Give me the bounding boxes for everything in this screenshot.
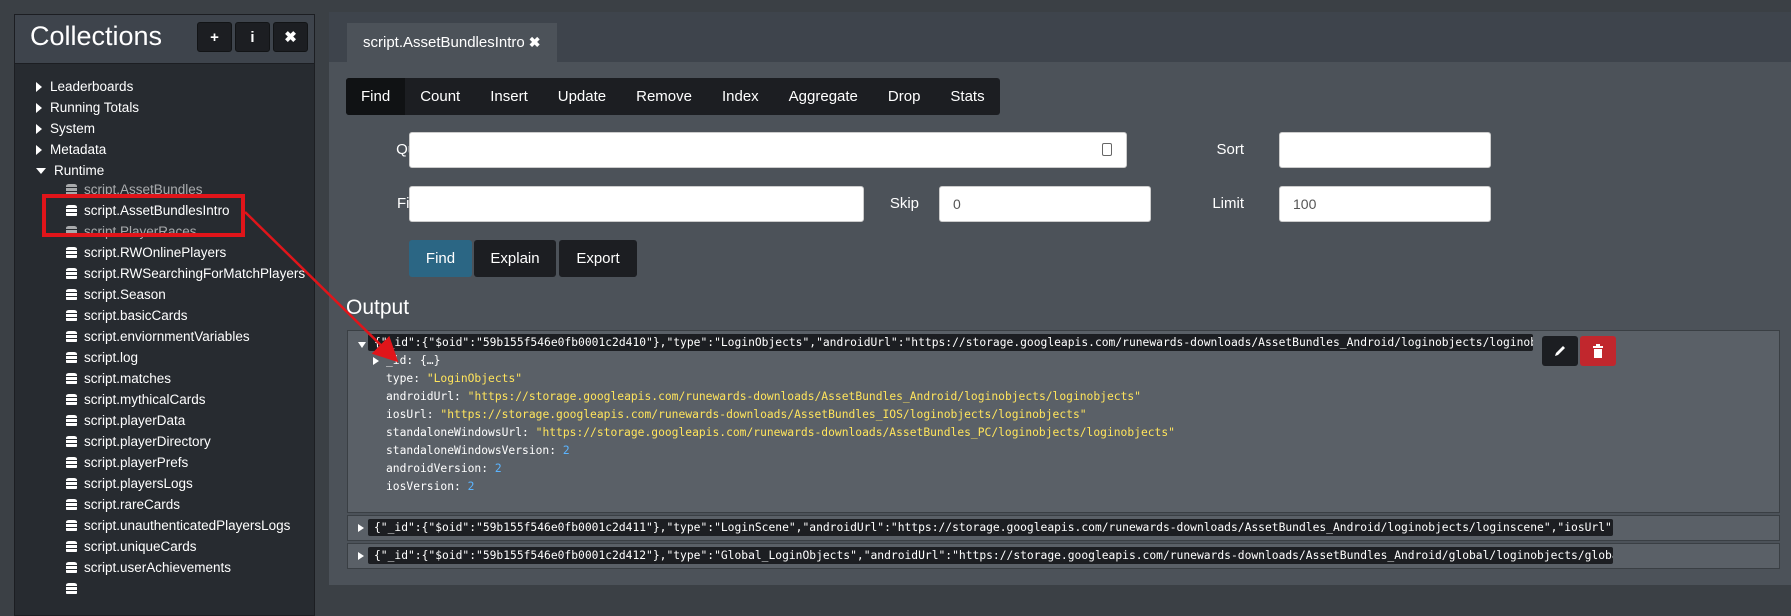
annotation-arrow — [244, 211, 399, 363]
